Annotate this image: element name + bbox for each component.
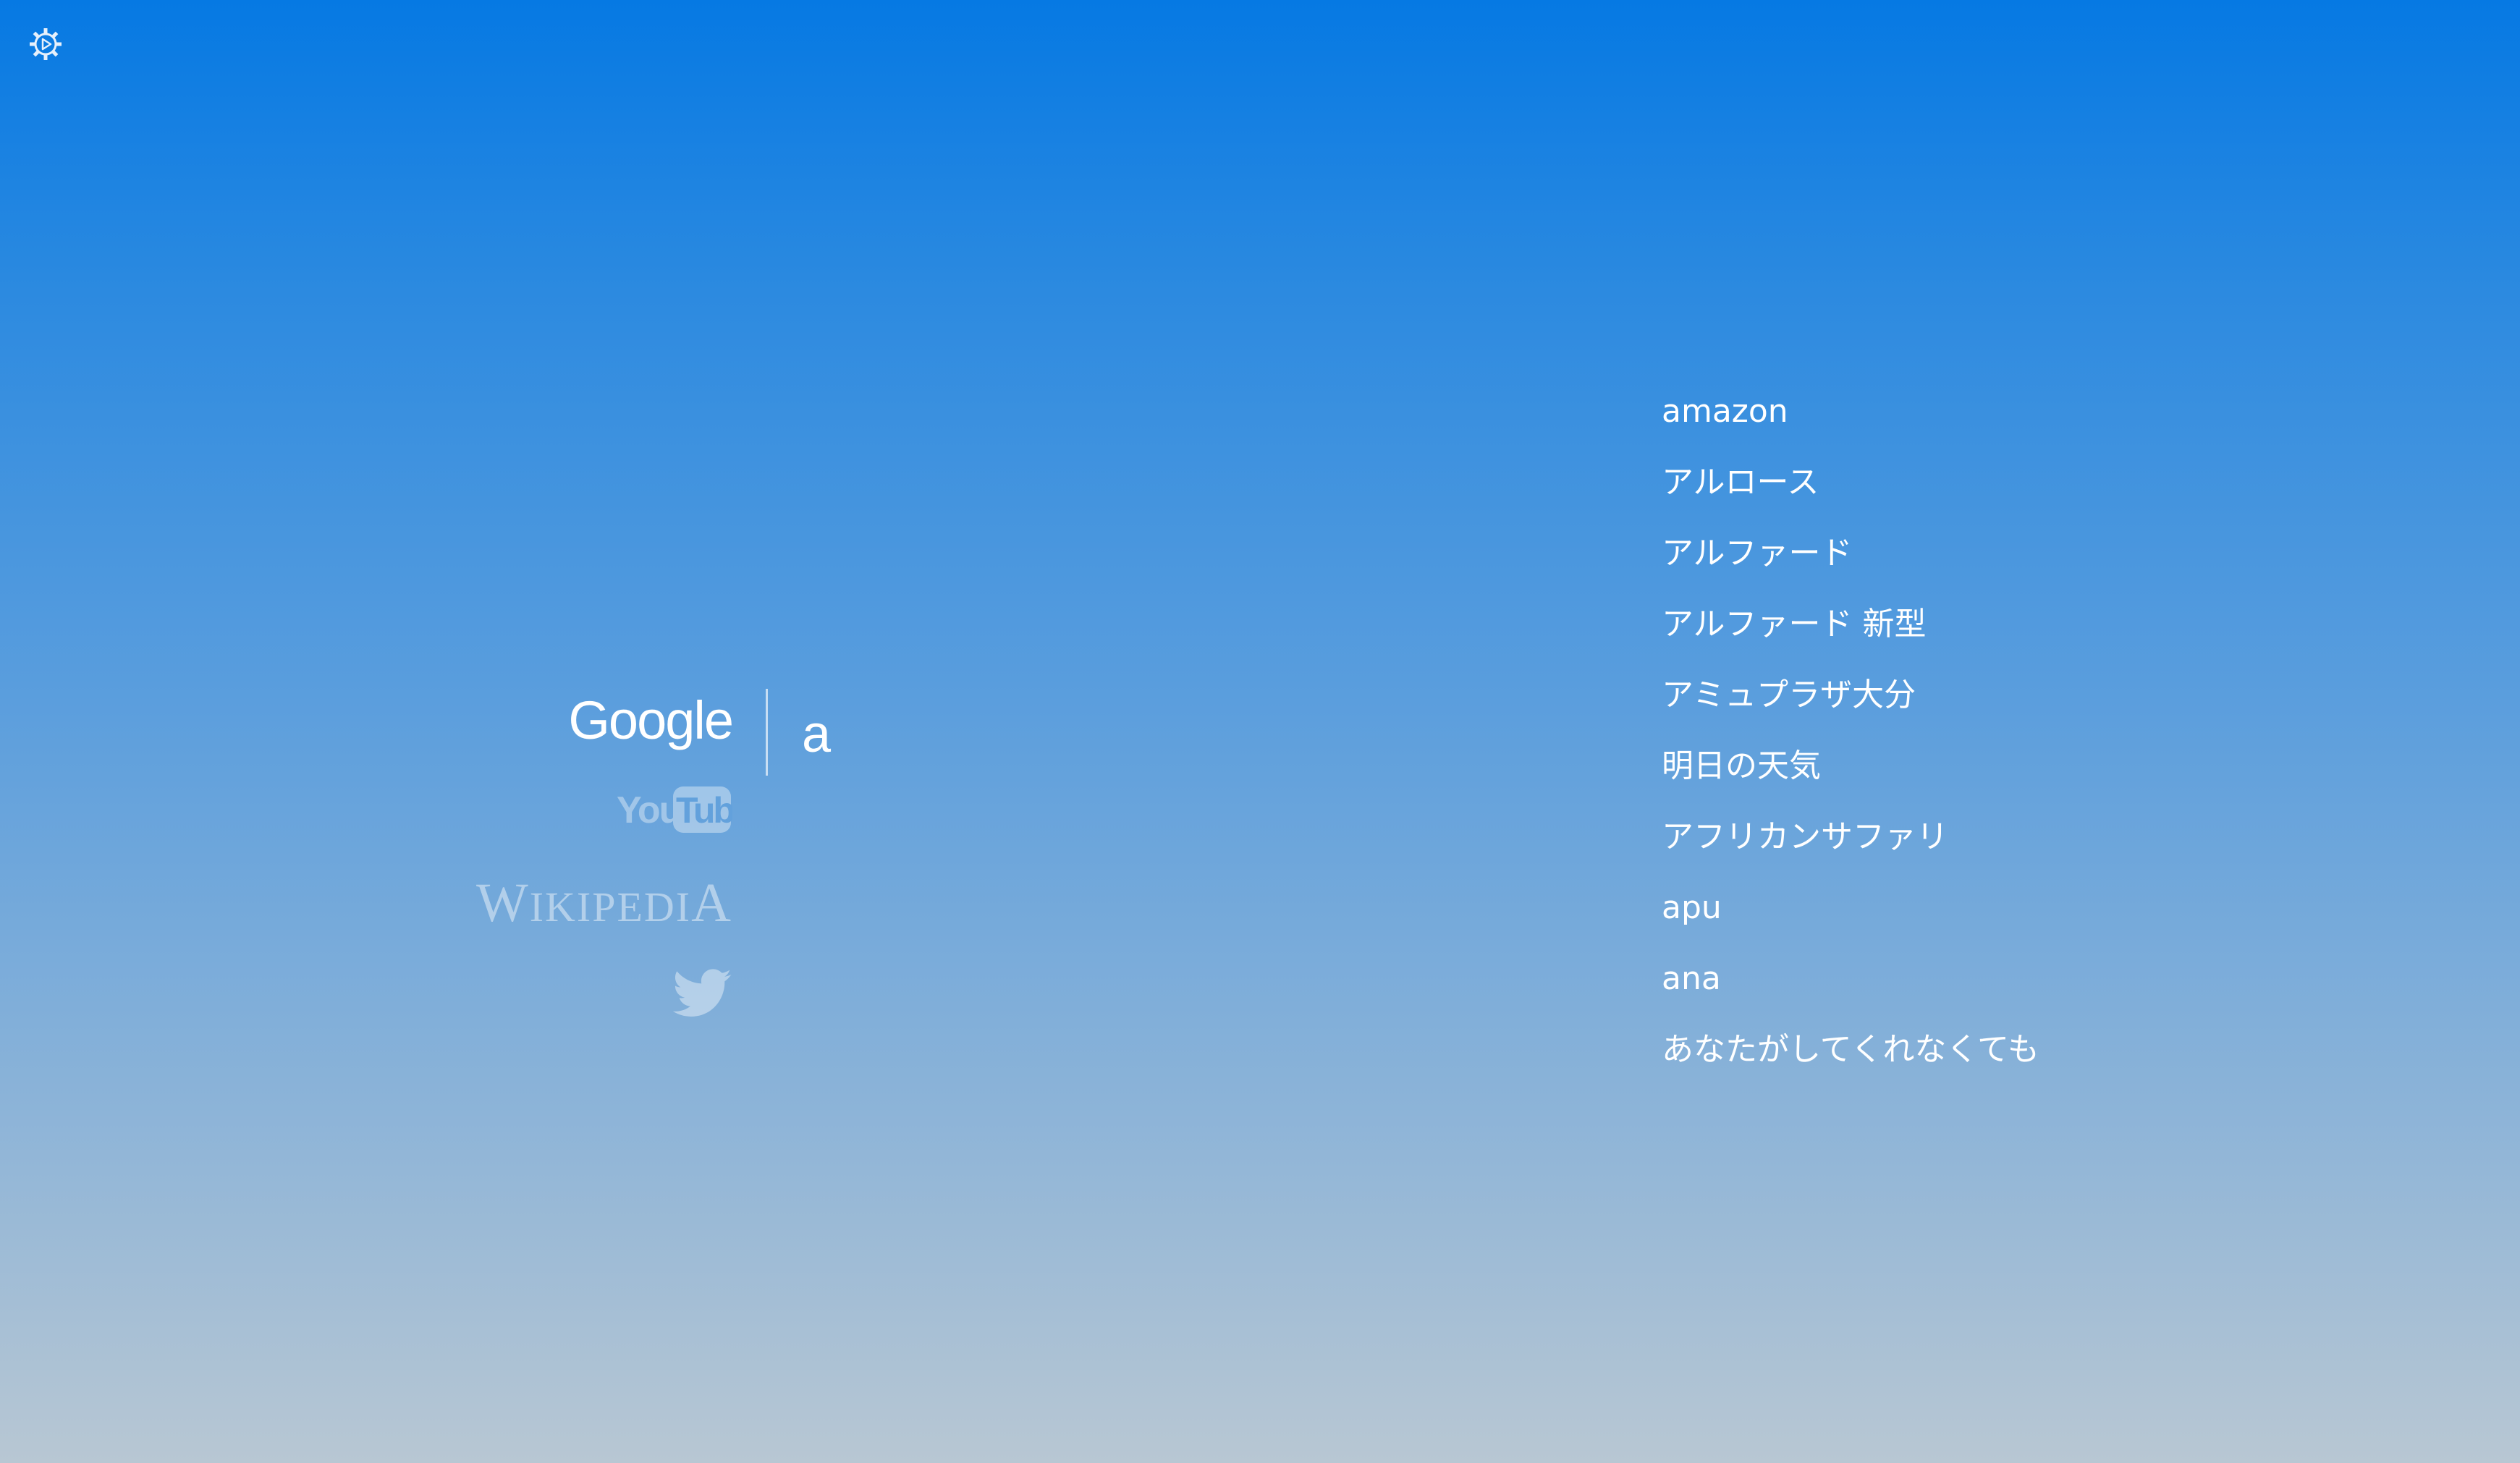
google-logo: Google — [568, 690, 734, 750]
suggestion-item[interactable]: アルロース — [1662, 447, 2039, 518]
suggestion-item[interactable]: 明日の天気 — [1662, 731, 2039, 802]
search-input[interactable] — [802, 695, 1453, 774]
engine-twitter[interactable] — [673, 954, 732, 1033]
wikipedia-logo: WIKIPEDIA — [475, 872, 732, 933]
twitter-bird-icon — [673, 969, 732, 1017]
suggestion-item[interactable]: ana — [1662, 943, 2039, 1014]
gear-icon — [30, 28, 62, 60]
youtube-logo: You Tube — [617, 786, 732, 833]
engine-youtube[interactable]: You Tube — [617, 767, 732, 852]
youtube-logo-tube: Tube — [676, 790, 732, 831]
youtube-logo-you: You — [617, 789, 680, 831]
search-engine-list: Google You Tube WIKIPEDIA — [298, 673, 734, 1033]
engine-google[interactable]: Google — [568, 673, 734, 767]
suggestion-item[interactable]: amazon — [1662, 376, 2039, 447]
suggestion-item[interactable]: あなたがしてくれなくても — [1662, 1014, 2039, 1085]
suggestion-item[interactable]: アフリカンサファリ — [1662, 802, 2039, 873]
engine-wikipedia[interactable]: WIKIPEDIA — [476, 852, 732, 954]
settings-gear-icon[interactable] — [28, 26, 64, 62]
page: { "settings": { "icon": "gear-icon" }, "… — [0, 0, 2520, 1463]
suggestion-item[interactable]: アルファード 新型 — [1662, 589, 2039, 660]
suggestion-item[interactable]: アミュプラザ大分 — [1662, 660, 2039, 731]
search-divider — [766, 689, 768, 776]
suggestion-list: amazon アルロース アルファード アルファード 新型 アミュプラザ大分 明… — [1662, 376, 2039, 1085]
suggestion-item[interactable]: apu — [1662, 873, 2039, 943]
suggestion-item[interactable]: アルファード — [1662, 518, 2039, 589]
